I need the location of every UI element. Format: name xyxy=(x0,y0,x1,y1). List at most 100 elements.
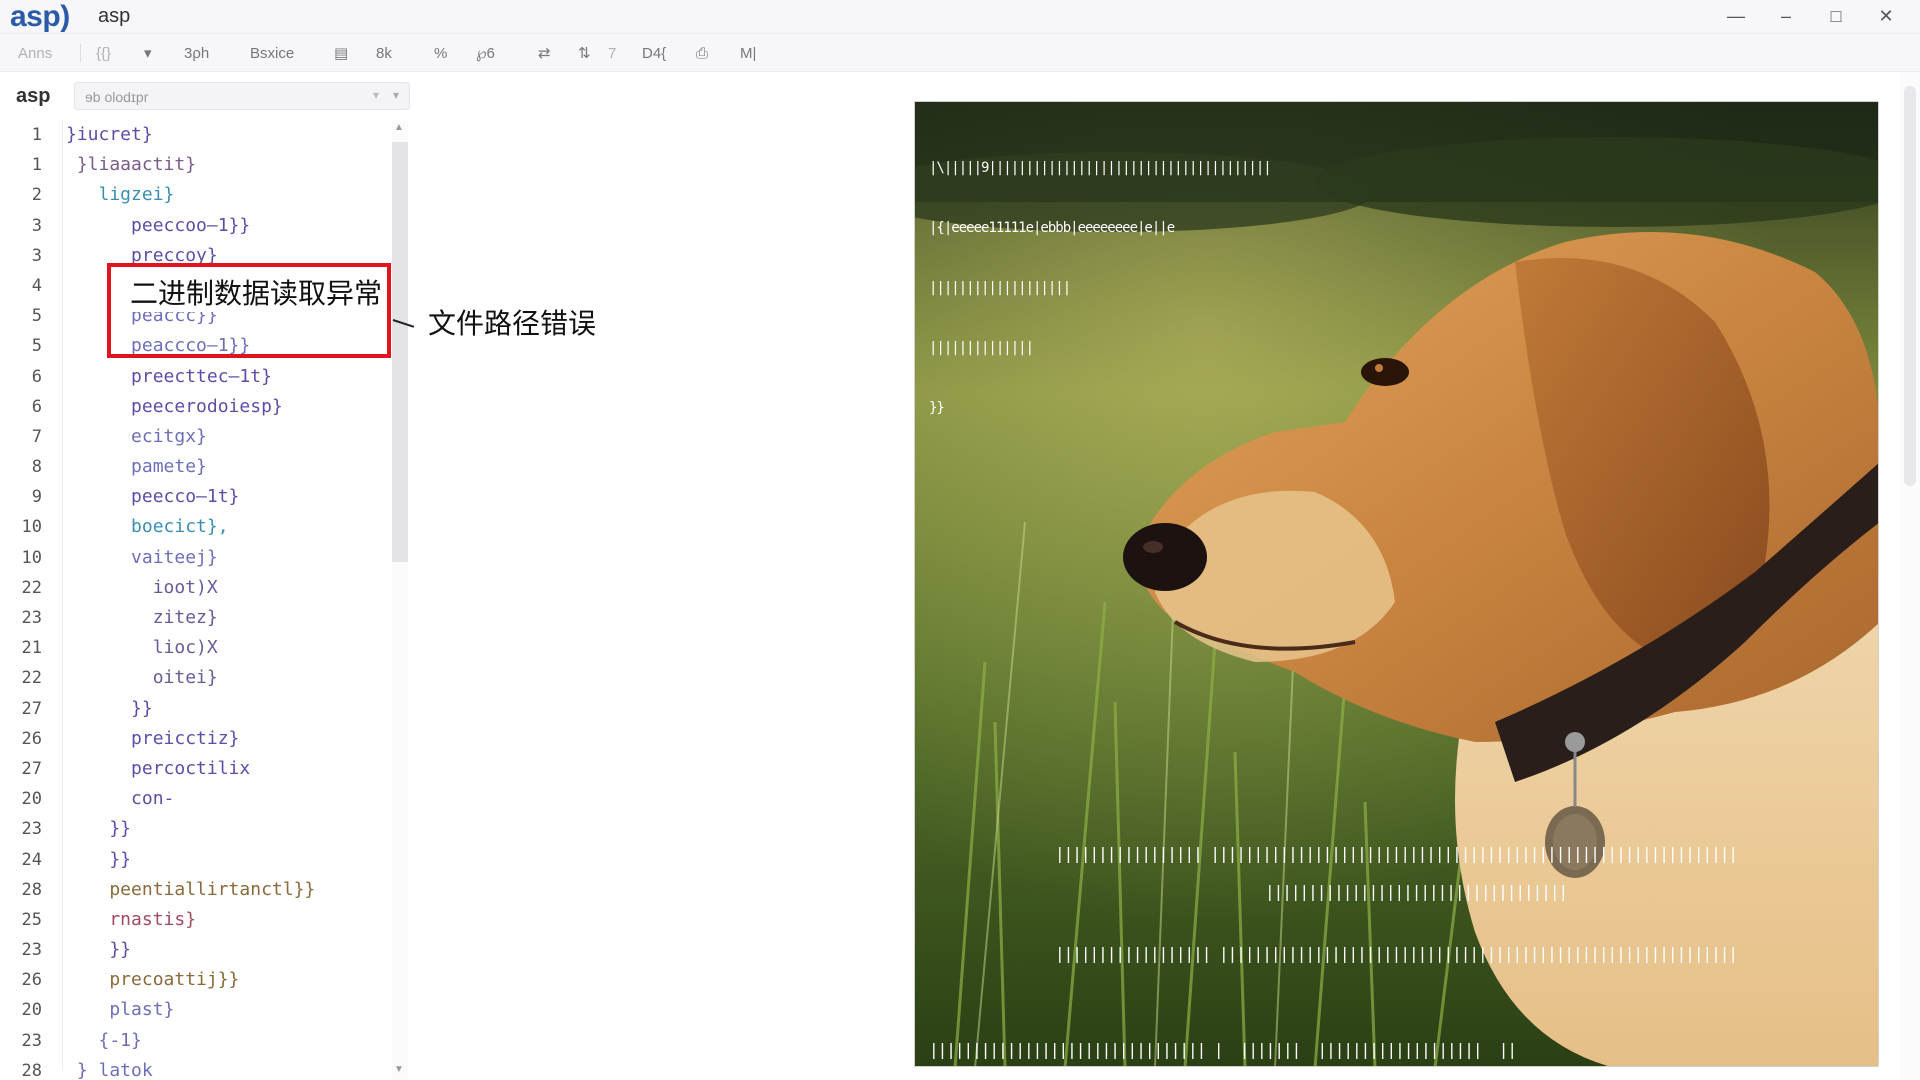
line-number: 6 xyxy=(31,366,42,387)
line-number: 5 xyxy=(31,336,42,357)
line-number: 1 xyxy=(31,125,42,145)
toolbar-table-icon[interactable]: ▤ xyxy=(334,42,348,64)
line-number: 28 xyxy=(21,879,42,900)
line-number: 10 xyxy=(21,517,42,538)
line-number: 22 xyxy=(21,577,42,598)
line-number-gutter: 1 1 2 3 3 4 5 5 6 6 7 8 9 10 10 22 23 21 22 27 26 27 20 23 24 28 2… xyxy=(0,120,60,1080)
code-line[interactable]: con- xyxy=(66,784,392,814)
scroll-up-icon[interactable]: ▲ xyxy=(394,122,404,133)
code-line[interactable]: }liaaactit} xyxy=(66,150,392,180)
toolbar-item-3ph[interactable]: 3ρh xyxy=(184,42,209,64)
overlay-text-line: |\|||||9||||||||||||||||||||||||||||||||… xyxy=(929,160,1272,176)
line-number: 25 xyxy=(21,909,42,930)
minimize-button[interactable]: — xyxy=(1716,2,1756,30)
line-number: 28 xyxy=(21,1060,42,1080)
line-number: 6 xyxy=(31,396,42,417)
line-number: 10 xyxy=(21,547,42,568)
maximize-button[interactable]: □ xyxy=(1816,2,1856,30)
chevron-down-icon: ▾ xyxy=(392,88,399,102)
toolbar-dropdown-icon[interactable]: ▾ xyxy=(144,42,152,64)
code-line[interactable]: rnastis} xyxy=(66,905,392,935)
line-number: 5 xyxy=(31,306,42,327)
close-button[interactable]: ✕ xyxy=(1866,2,1906,30)
code-line[interactable]: plast} xyxy=(66,995,392,1025)
toolbar: Anns {{} ▾ 3ρh Bsxice ▤ 8k % ℘6 ⇄ ⇅ 7 D4… xyxy=(0,34,1920,72)
overlay-bar: |||||||||||||||||| |||||||||||||||||||||… xyxy=(1055,944,1738,963)
line-number: 23 xyxy=(21,819,42,840)
toolbar-print-icon[interactable]: ⎙ xyxy=(696,42,708,64)
code-line[interactable]: vaiteej} xyxy=(66,543,392,573)
toolbar-item-d4[interactable]: D4{ xyxy=(642,42,666,64)
line-number: 3 xyxy=(31,215,42,236)
code-line[interactable]: }} xyxy=(66,935,392,965)
line-number: 20 xyxy=(21,789,42,810)
error-callout-label: 文件路径错误 xyxy=(428,307,597,340)
code-line[interactable]: ioot)X xyxy=(66,573,392,603)
code-line[interactable]: ligzei} xyxy=(66,180,392,210)
code-line[interactable]: } latok xyxy=(66,1056,392,1080)
error-title: 二进制数据读取异常 xyxy=(128,272,385,312)
code-line[interactable]: peeccoo—1}} xyxy=(66,211,392,241)
toolbar-item-7[interactable]: 7 xyxy=(608,42,616,64)
language-label: asp xyxy=(16,85,51,107)
overlay-text-line: |{|eeeee11111e|ebbb|eeeeeeee|e||e xyxy=(929,220,1175,236)
code-line[interactable]: }} xyxy=(66,694,392,724)
code-line[interactable]: {-1} xyxy=(66,1026,392,1056)
code-line[interactable]: }iucret} xyxy=(66,120,392,150)
overlay-bar: ||||||||||||||||| ||||||||||||||||||||||… xyxy=(1055,844,1738,863)
symbol-selector-text: ɘb olodɪpr xyxy=(85,89,149,105)
toolbar-item-m[interactable]: M| xyxy=(740,42,756,64)
symbol-selector[interactable]: ɘb olodɪpr ▾ ▾ xyxy=(74,82,410,110)
line-number: 8 xyxy=(31,457,42,478)
title-bar: asp) asp — – □ ✕ xyxy=(0,0,1920,34)
toolbar-swap-icon[interactable]: ⇄ xyxy=(538,42,551,64)
overlay-text-line: }} xyxy=(929,400,945,416)
overlay-bar: ||||||||||||||||||||||||||||||||||| xyxy=(1265,882,1568,901)
code-line[interactable]: peecco—1t} xyxy=(66,482,392,512)
line-number: 26 xyxy=(21,728,42,749)
code-line[interactable]: lioc)X xyxy=(66,633,392,663)
code-line[interactable]: peecerodoiesp} xyxy=(66,392,392,422)
toolbar-item-p6[interactable]: ℘6 xyxy=(476,42,495,64)
code-line[interactable]: pamete} xyxy=(66,452,392,482)
line-number: 20 xyxy=(21,1000,42,1021)
code-line[interactable]: percoctilix xyxy=(66,754,392,784)
editor-scrollbar-thumb[interactable] xyxy=(392,142,408,562)
toolbar-item-braces[interactable]: {{} xyxy=(96,42,111,64)
code-line[interactable]: peentiallirtanctl}} xyxy=(66,875,392,905)
toolbar-divider xyxy=(80,44,81,62)
app-logo: asp) xyxy=(10,0,70,33)
line-number: 1 xyxy=(31,155,42,176)
toolbar-item-8k[interactable]: 8k xyxy=(376,42,392,64)
line-number: 9 xyxy=(31,487,42,508)
overlay-text-line: |||||||||||||| xyxy=(929,340,1034,356)
toolbar-item-anns[interactable]: Anns xyxy=(18,42,52,64)
line-number: 24 xyxy=(21,849,42,870)
code-editor: asp ɘb olodɪpr ▾ ▾ 1 1 2 3 3 4 5 5 6 6 7 8 9 10 10 22 23… xyxy=(0,72,412,1080)
code-line[interactable]: preecttec—1t} xyxy=(66,362,392,392)
window-title: asp xyxy=(98,5,131,27)
line-number: 21 xyxy=(21,638,42,659)
line-number: 23 xyxy=(21,940,42,961)
overlay-text-block: |\|||||9||||||||||||||||||||||||||||||||… xyxy=(929,118,1272,458)
overlay-text-line: ||||||||||||||||||| xyxy=(929,280,1071,296)
toolbar-item-basice[interactable]: Bsxice xyxy=(250,42,294,64)
scroll-down-icon[interactable]: ▼ xyxy=(394,1064,404,1075)
line-number: 2 xyxy=(31,185,42,206)
page-scrollbar-thumb[interactable] xyxy=(1904,86,1916,486)
code-line[interactable]: zitez} xyxy=(66,603,392,633)
line-number: 3 xyxy=(31,245,42,266)
code-line[interactable]: preicctiz} xyxy=(66,724,392,754)
line-number: 23 xyxy=(21,1030,42,1051)
code-line[interactable]: boecict}, xyxy=(66,512,392,542)
restore-button[interactable]: – xyxy=(1766,2,1806,30)
code-line[interactable]: oitei} xyxy=(66,663,392,693)
toolbar-percent-icon[interactable]: % xyxy=(434,42,447,64)
code-line[interactable]: }} xyxy=(66,845,392,875)
code-line[interactable]: precoattij}} xyxy=(66,965,392,995)
code-line[interactable]: ecitgx} xyxy=(66,422,392,452)
toolbar-sort-icon[interactable]: ⇅ xyxy=(578,42,591,64)
line-number: 23 xyxy=(21,608,42,628)
code-line[interactable]: }} xyxy=(66,814,392,844)
line-number: 4 xyxy=(31,275,42,296)
